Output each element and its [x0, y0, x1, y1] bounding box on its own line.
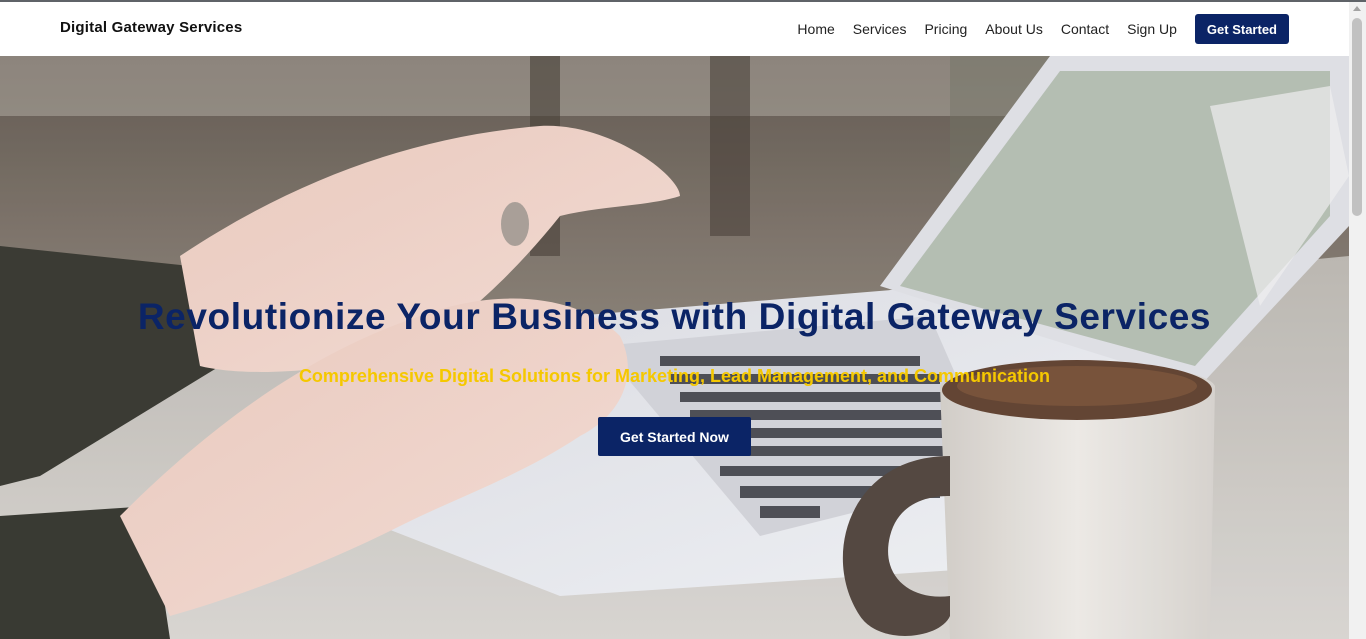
site-header: Digital Gateway Services Home Services P… [0, 2, 1349, 56]
hero-content: Revolutionize Your Business with Digital… [0, 56, 1349, 639]
nav-link-about-us[interactable]: About Us [985, 14, 1043, 44]
nav-link-pricing[interactable]: Pricing [924, 14, 967, 44]
nav-link-sign-up[interactable]: Sign Up [1127, 14, 1177, 44]
scroll-up-arrow-icon[interactable] [1353, 6, 1361, 11]
nav-link-home[interactable]: Home [797, 14, 834, 44]
nav-link-services[interactable]: Services [853, 14, 907, 44]
hero-subtitle: Comprehensive Digital Solutions for Mark… [298, 366, 1051, 386]
vertical-scrollbar[interactable] [1349, 2, 1366, 639]
get-started-button[interactable]: Get Started [1194, 14, 1289, 44]
nav-link-contact[interactable]: Contact [1061, 14, 1109, 44]
hero-section: Revolutionize Your Business with Digital… [0, 56, 1349, 639]
scrollbar-thumb[interactable] [1352, 18, 1362, 216]
main-nav: Home Services Pricing About Us Contact S… [797, 14, 1289, 44]
get-started-now-button[interactable]: Get Started Now [598, 417, 751, 456]
brand-logo-text[interactable]: Digital Gateway Services [60, 19, 242, 36]
hero-title: Revolutionize Your Business with Digital… [137, 296, 1212, 337]
page: Digital Gateway Services Home Services P… [0, 0, 1366, 639]
